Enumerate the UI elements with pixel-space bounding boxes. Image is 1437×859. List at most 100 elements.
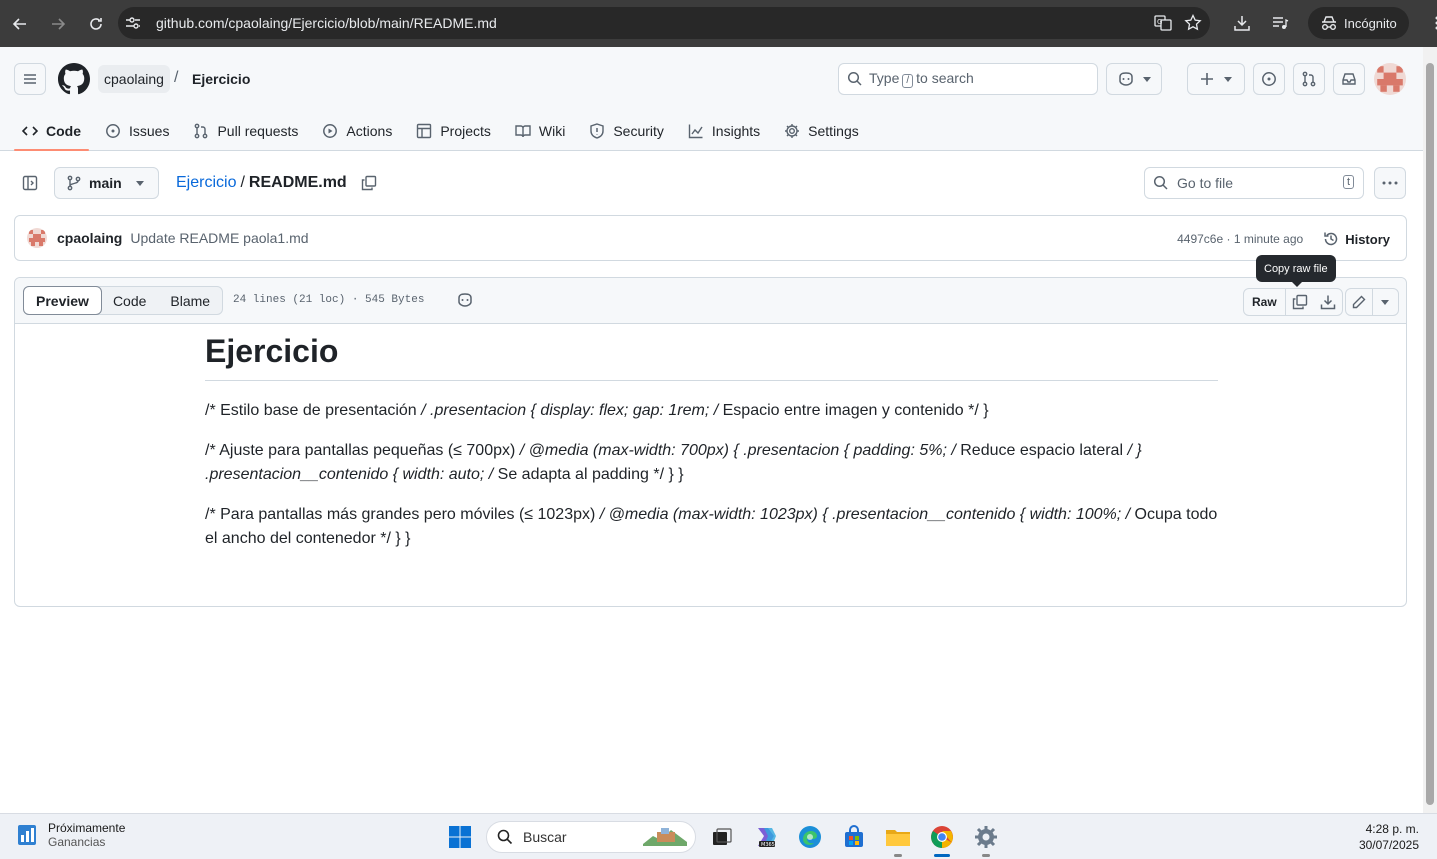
copilot-button[interactable] bbox=[1106, 63, 1162, 95]
search-highlight-icon bbox=[643, 828, 687, 846]
page-scrollbar[interactable] bbox=[1423, 47, 1437, 813]
issue-icon bbox=[106, 124, 120, 138]
view-tab-blame[interactable]: Blame bbox=[158, 287, 222, 314]
download-icon bbox=[1234, 16, 1250, 31]
branch-selector[interactable]: main bbox=[54, 167, 159, 199]
issues-button[interactable] bbox=[1253, 63, 1285, 95]
chrome-app[interactable] bbox=[920, 820, 964, 857]
copy-icon[interactable] bbox=[361, 175, 377, 191]
ask-copilot-button[interactable] bbox=[456, 292, 474, 308]
file-viewer: Preview Code Blame 24 lines (21 loc) · 5… bbox=[14, 277, 1407, 607]
running-indicator bbox=[894, 854, 902, 857]
edit-options-dropdown[interactable] bbox=[1373, 289, 1399, 315]
tab-security[interactable]: Security bbox=[581, 111, 672, 151]
file-path-breadcrumb: Ejercicio / README.md bbox=[176, 174, 377, 192]
stock-chart-icon bbox=[18, 825, 36, 845]
go-to-file-input[interactable]: Go to file t bbox=[1144, 167, 1364, 199]
owner-link[interactable]: cpaolaing bbox=[98, 65, 170, 93]
download-raw-button[interactable] bbox=[1314, 289, 1342, 315]
path-separator: / bbox=[240, 174, 245, 191]
global-menu-button[interactable] bbox=[14, 63, 46, 95]
repo-nav: Code Issues Pull requests Actions Projec… bbox=[14, 111, 875, 151]
code-icon bbox=[22, 126, 38, 136]
tab-label: Insights bbox=[711, 123, 761, 139]
view-tab-code[interactable]: Code bbox=[101, 287, 158, 314]
tab-settings[interactable]: Settings bbox=[776, 111, 867, 151]
go-to-file-shortcut-key: t bbox=[1342, 175, 1354, 189]
commit-meta[interactable]: 4497c6e · 1 minute ago bbox=[1177, 232, 1303, 246]
taskbar-search-input[interactable]: Buscar bbox=[486, 821, 696, 853]
address-bar[interactable]: github.com/cpaolaing/Ejercicio/blob/main… bbox=[118, 7, 1210, 39]
tab-actions[interactable]: Actions bbox=[314, 111, 400, 151]
downloads-button[interactable] bbox=[1224, 5, 1260, 41]
edge-app[interactable] bbox=[788, 820, 832, 854]
path-repo-link[interactable]: Ejercicio bbox=[176, 174, 236, 192]
readme-content: Ejercicio /* Estilo base de presentación… bbox=[205, 333, 1218, 567]
commit-author[interactable]: cpaolaing bbox=[57, 230, 122, 246]
media-button[interactable] bbox=[1262, 5, 1298, 41]
arrow-right-icon bbox=[52, 17, 66, 30]
copilot-m365-app[interactable]: M365 bbox=[744, 820, 788, 854]
clock-time: 4:28 p. m. bbox=[1365, 822, 1419, 836]
chevron-down-icon bbox=[1224, 76, 1232, 82]
search-shortcut-key: / bbox=[902, 74, 914, 88]
file-explorer-app[interactable] bbox=[876, 820, 920, 857]
settings-app[interactable] bbox=[964, 820, 1008, 857]
create-new-button[interactable] bbox=[1187, 63, 1245, 95]
forward-button[interactable] bbox=[40, 6, 76, 42]
download-icon bbox=[1320, 295, 1335, 310]
hamburger-icon bbox=[24, 74, 36, 84]
store-app[interactable] bbox=[832, 820, 876, 854]
pull-requests-button[interactable] bbox=[1293, 63, 1325, 95]
inbox-button[interactable] bbox=[1333, 63, 1365, 95]
history-button[interactable]: History bbox=[1323, 231, 1390, 247]
widget-title: Próximamente bbox=[48, 821, 126, 835]
readme-title: Ejercicio bbox=[205, 333, 1218, 381]
browser-menu-button[interactable] bbox=[1419, 5, 1437, 41]
raw-actions-group: Raw bbox=[1243, 288, 1343, 316]
search-input[interactable]: Type / to search bbox=[838, 63, 1098, 95]
tab-projects[interactable]: Projects bbox=[408, 111, 499, 151]
repo-link[interactable]: Ejercicio bbox=[192, 71, 250, 87]
windows-taskbar: Próximamente Ganancias Buscar M365 4:28 … bbox=[0, 813, 1437, 859]
table-icon bbox=[417, 123, 432, 139]
toggle-file-tree-button[interactable] bbox=[18, 171, 42, 195]
arrow-left-icon bbox=[12, 17, 26, 30]
tab-code[interactable]: Code bbox=[14, 111, 89, 151]
tab-pull-requests[interactable]: Pull requests bbox=[185, 111, 306, 151]
task-view-button[interactable] bbox=[700, 820, 744, 854]
chevron-down-icon bbox=[1143, 76, 1151, 82]
back-button[interactable] bbox=[2, 6, 38, 42]
incognito-badge[interactable]: Incógnito bbox=[1308, 7, 1409, 39]
svg-text:M365: M365 bbox=[761, 842, 775, 848]
pull-request-icon bbox=[195, 123, 208, 139]
system-clock[interactable]: 4:28 p. m. 30/07/2025 bbox=[1359, 821, 1419, 853]
task-view-icon bbox=[713, 828, 732, 845]
scrollbar-thumb[interactable] bbox=[1426, 63, 1434, 805]
raw-button[interactable]: Raw bbox=[1244, 289, 1286, 315]
view-tab-preview[interactable]: Preview bbox=[23, 286, 102, 315]
more-options-button[interactable] bbox=[1374, 167, 1406, 199]
widgets-button[interactable]: Próximamente Ganancias bbox=[16, 821, 125, 849]
reload-icon bbox=[90, 17, 102, 30]
commit-author-avatar[interactable] bbox=[27, 228, 47, 248]
tab-issues[interactable]: Issues bbox=[97, 111, 177, 151]
book-icon bbox=[515, 125, 531, 138]
m365-copilot-icon: M365 bbox=[758, 828, 776, 848]
translate-icon[interactable]: G bbox=[1154, 14, 1172, 32]
site-settings-icon bbox=[126, 17, 140, 29]
edit-file-button[interactable] bbox=[1346, 289, 1373, 315]
tab-insights[interactable]: Insights bbox=[680, 111, 768, 151]
incognito-icon bbox=[1322, 16, 1336, 30]
start-button[interactable] bbox=[438, 820, 482, 854]
copy-raw-button[interactable] bbox=[1286, 289, 1314, 315]
commit-message[interactable]: Update README paola1.md bbox=[130, 230, 308, 246]
bookmark-star-icon[interactable] bbox=[1184, 14, 1202, 32]
reload-button[interactable] bbox=[78, 6, 114, 42]
store-icon bbox=[845, 825, 863, 847]
issue-icon bbox=[1262, 72, 1276, 86]
github-logo[interactable] bbox=[58, 63, 90, 95]
tab-wiki[interactable]: Wiki bbox=[507, 111, 573, 151]
browser-toolbar: github.com/cpaolaing/Ejercicio/blob/main… bbox=[0, 0, 1437, 47]
user-avatar[interactable] bbox=[1374, 63, 1406, 95]
